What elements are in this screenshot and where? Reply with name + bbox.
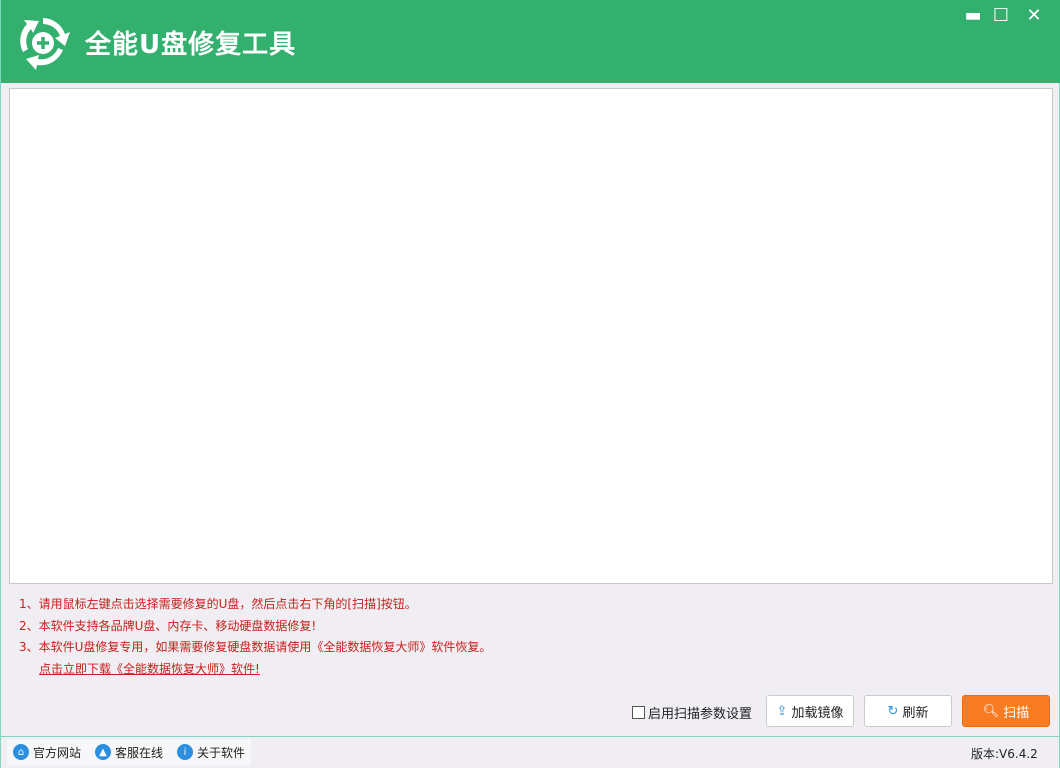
footer-divider [1,736,1060,737]
scan-params-checkbox[interactable]: 启用扫描参数设置 [632,703,752,722]
close-button[interactable]: ✕ [1024,6,1044,26]
about-label: 关于软件 [197,744,245,761]
support-online-label: 客服在线 [115,744,163,761]
refresh-button[interactable]: ↻ 刷新 [864,695,952,727]
home-icon: ⌂ [13,744,29,760]
scan-params-label: 启用扫描参数设置 [648,703,752,722]
official-site-label: 官方网站 [33,744,81,761]
refresh-label: 刷新 [902,702,928,721]
minimize-button[interactable]: ▬ [963,6,983,26]
load-image-button[interactable]: ⇪ 加载镜像 [766,695,854,727]
info-icon: i [177,744,193,760]
checkbox-box[interactable] [632,706,645,719]
app-logo-icon [13,12,73,72]
upload-icon: ⇪ [777,704,788,719]
tip-line: 1、请用鼠标左键点击选择需要修复的U盘，然后点击右下角的[扫描]按钮。 [19,594,491,616]
load-image-label: 加载镜像 [791,702,843,721]
official-site-link[interactable]: ⌂官方网站 [13,744,81,761]
tip-line: 3、本软件U盘修复专用，如果需要修复硬盘数据请使用《全能数据恢复大师》软件恢复。 [19,637,491,659]
bell-icon: ▲ [95,744,111,760]
refresh-icon: ↻ [888,704,899,719]
scan-button[interactable]: 🔍︎ 扫描 [962,695,1050,727]
title-bar: 全能U盘修复工具 ▬ ☐ ✕ [1,0,1060,83]
tip-line: 2、本软件支持各品牌U盘、内存卡、移动硬盘数据修复! [19,616,491,638]
version-text: 版本:V6.4.2 [971,745,1038,762]
app-title: 全能U盘修复工具 [85,24,296,61]
scan-label: 扫描 [1003,702,1029,721]
maximize-button[interactable]: ☐ [991,6,1011,26]
tips-panel: 1、请用鼠标左键点击选择需要修复的U盘，然后点击右下角的[扫描]按钮。 2、本软… [19,594,491,680]
support-online-link[interactable]: ▲客服在线 [95,744,163,761]
drive-list[interactable] [9,88,1053,584]
footer: ⌂官方网站 ▲客服在线 i关于软件 [7,739,251,765]
search-icon: 🔍︎ [983,704,1000,719]
download-link[interactable]: 点击立即下载《全能数据恢复大师》软件! [39,659,260,681]
about-link[interactable]: i关于软件 [177,744,245,761]
